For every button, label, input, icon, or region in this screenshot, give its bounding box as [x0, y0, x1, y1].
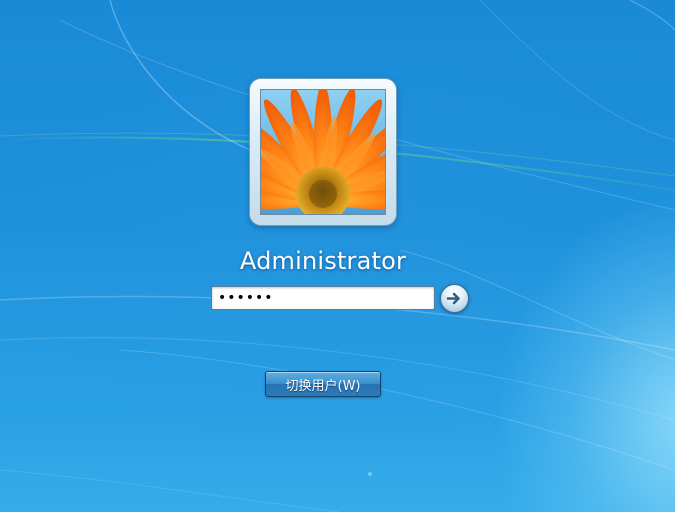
flower-avatar: [260, 89, 386, 215]
login-screen: Administrator 切换用户(W): [0, 0, 675, 512]
user-name: Administrator: [239, 247, 407, 275]
arrow-right-icon: [446, 292, 460, 305]
password-input[interactable]: [211, 286, 435, 310]
switch-user-button[interactable]: 切换用户(W): [265, 371, 381, 397]
user-tile[interactable]: [249, 78, 397, 226]
submit-button[interactable]: [440, 284, 469, 313]
flower-avatar-image: [261, 90, 385, 214]
